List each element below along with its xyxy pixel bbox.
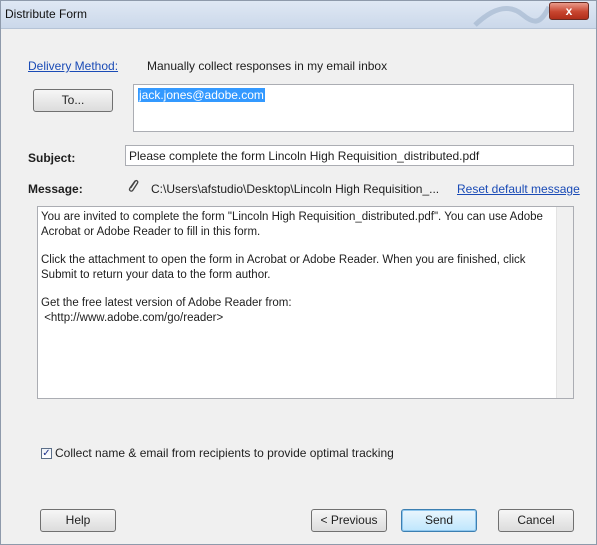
recipient-email: jack.jones@adobe.com xyxy=(138,88,265,102)
close-button[interactable]: x xyxy=(549,2,589,20)
cancel-button[interactable]: Cancel xyxy=(498,509,574,532)
reset-default-message-link[interactable]: Reset default message xyxy=(457,182,580,196)
title-decoration xyxy=(473,5,551,27)
message-scrollbar[interactable] xyxy=(556,207,573,398)
paperclip-icon xyxy=(128,179,139,192)
message-paragraph: Get the free latest version of Adobe Rea… xyxy=(41,297,292,309)
subject-value: Please complete the form Lincoln High Re… xyxy=(129,149,480,163)
distribute-form-dialog: Distribute Form x Delivery Method: Manua… xyxy=(0,0,597,545)
delivery-method-link[interactable]: Delivery Method: xyxy=(28,59,118,73)
window-title: Distribute Form xyxy=(5,7,88,21)
delivery-method-value: Manually collect responses in my email i… xyxy=(147,59,388,73)
send-button[interactable]: Send xyxy=(401,509,477,532)
message-label: Message: xyxy=(28,182,83,196)
title-bar[interactable]: Distribute Form x xyxy=(1,1,596,29)
to-button[interactable]: To... xyxy=(33,89,113,112)
recipients-field[interactable]: jack.jones@adobe.com xyxy=(133,84,574,132)
message-paragraph: <http://www.adobe.com/go/reader> xyxy=(41,312,224,324)
message-body[interactable]: You are invited to complete the form "Li… xyxy=(37,206,574,399)
help-button[interactable]: Help xyxy=(40,509,116,532)
collect-tracking-label[interactable]: Collect name & email from recipients to … xyxy=(55,446,394,460)
subject-label: Subject: xyxy=(28,151,76,165)
subject-field[interactable]: Please complete the form Lincoln High Re… xyxy=(125,145,574,166)
dialog-body: Delivery Method: Manually collect respon… xyxy=(9,29,588,538)
attachment-path[interactable]: C:\Users\afstudio\Desktop\Lincoln High R… xyxy=(151,182,439,196)
message-paragraph: You are invited to complete the form "Li… xyxy=(41,211,543,238)
collect-tracking-checkbox[interactable]: ✓ xyxy=(41,448,52,459)
message-paragraph: Click the attachment to open the form in… xyxy=(41,254,526,281)
previous-button[interactable]: < Previous xyxy=(311,509,387,532)
